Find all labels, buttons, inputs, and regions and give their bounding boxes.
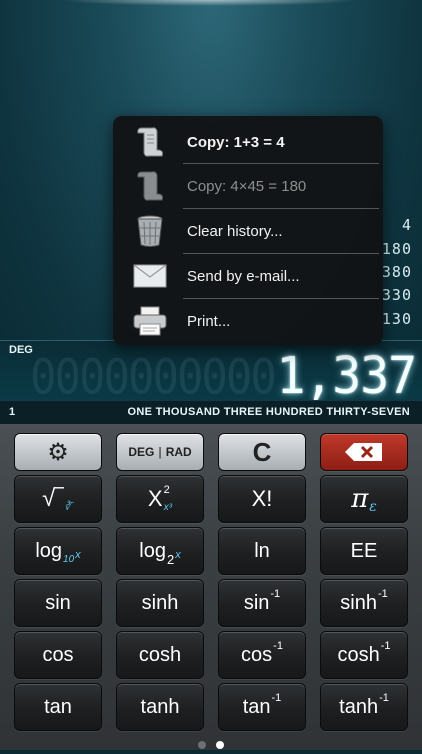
- lcd-ghost-digits: 0000000000: [30, 349, 277, 400]
- arcsinh-label: sinh: [340, 591, 377, 614]
- cos-button[interactable]: cos: [14, 631, 102, 679]
- page-dot-active[interactable]: [216, 741, 224, 749]
- print-label: Print...: [187, 312, 231, 330]
- inverse-exponent: -1: [270, 588, 281, 600]
- factorial-label: X!: [251, 486, 273, 511]
- pi-label: π: [351, 484, 369, 514]
- tan-button[interactable]: tan: [14, 683, 102, 731]
- gear-icon: ⚙: [47, 438, 69, 466]
- square-exponent: 2: [163, 484, 170, 496]
- arccos-label: cos: [241, 643, 273, 666]
- arctan-label: tan: [242, 695, 271, 718]
- clear-label: C: [252, 436, 272, 467]
- log10-button[interactable]: log 10 x: [14, 527, 102, 575]
- arcsin-label: sin: [243, 591, 270, 614]
- history-line[interactable]: 380: [382, 263, 412, 281]
- cbrt-alt-label: ∛‾: [64, 501, 74, 513]
- arcsinh-button[interactable]: sinh -1: [320, 579, 408, 627]
- history-line[interactable]: 330: [382, 286, 412, 304]
- envelope-icon: [113, 264, 187, 288]
- tanh-button[interactable]: tanh: [116, 683, 204, 731]
- arctanh-button[interactable]: tanh -1: [320, 683, 408, 731]
- ee-label: EE: [350, 539, 378, 562]
- square-button[interactable]: X 2 x³: [116, 475, 204, 523]
- arccosh-label: cosh: [337, 643, 380, 666]
- sqrt-button[interactable]: √‾ ∛‾: [14, 475, 102, 523]
- send-email-label: Send by e-mail...: [187, 267, 300, 285]
- print-item[interactable]: Print...: [113, 299, 383, 343]
- square-label: X: [147, 486, 163, 511]
- arccosh-button[interactable]: cosh -1: [320, 631, 408, 679]
- send-email-item[interactable]: Send by e-mail...: [113, 254, 383, 298]
- tan-label: tan: [44, 695, 72, 718]
- sinh-button[interactable]: sinh: [116, 579, 204, 627]
- printer-icon: [113, 306, 187, 336]
- euler-alt-label: ε: [369, 499, 377, 515]
- scroll-icon: [113, 169, 187, 203]
- history-line[interactable]: 4: [402, 216, 412, 234]
- sqrt-label: √‾: [42, 485, 64, 512]
- value-in-words: ONE THOUSAND THREE HUNDRED THIRTY-SEVEN: [127, 406, 410, 418]
- log2-base: 2: [166, 551, 175, 567]
- backspace-button[interactable]: [320, 433, 408, 471]
- history-popup-menu: Copy: 1+3 = 4 Copy: 4×45 = 180 Clear his…: [113, 116, 383, 345]
- cosh-button[interactable]: cosh: [116, 631, 204, 679]
- copy-history-item[interactable]: Copy: 4×45 = 180: [113, 164, 383, 208]
- display-glow: [60, 0, 360, 6]
- page-dot[interactable]: [198, 741, 206, 749]
- clear-button[interactable]: C: [218, 433, 306, 471]
- arcsin-button[interactable]: sin -1: [218, 579, 306, 627]
- rad-label: RAD: [165, 445, 192, 459]
- deg-label: DEG: [128, 445, 155, 459]
- tanh-label: tanh: [140, 695, 180, 718]
- log2-button[interactable]: log 2 x: [116, 527, 204, 575]
- scroll-icon: [113, 125, 187, 159]
- factorial-button[interactable]: X!: [218, 475, 306, 523]
- toggle-divider: |: [158, 445, 162, 459]
- history-line[interactable]: 130: [382, 310, 412, 328]
- trash-icon: [113, 214, 187, 248]
- inverse-exponent: -1: [273, 640, 283, 652]
- cos-label: cos: [42, 643, 74, 666]
- inverse-exponent: -1: [379, 692, 389, 704]
- copy-history-label: Copy: 1+3 = 4: [187, 133, 285, 151]
- inverse-exponent: -1: [271, 692, 282, 704]
- sin-button[interactable]: sin: [14, 579, 102, 627]
- inverse-exponent: -1: [380, 640, 391, 652]
- cube-alt-label: x³: [163, 501, 173, 513]
- log10-alt: x: [75, 549, 81, 561]
- history-line[interactable]: 180: [382, 240, 412, 258]
- log10-base: 10: [63, 553, 75, 565]
- settings-button[interactable]: ⚙: [14, 433, 102, 471]
- current-value[interactable]: 1,337: [277, 347, 417, 400]
- arctanh-label: tanh: [339, 695, 379, 718]
- clear-history-label: Clear history...: [187, 222, 283, 240]
- log2-alt: x: [175, 549, 181, 561]
- keypad: ⚙ DEG | RAD C √‾ ∛‾ X 2 x³ X! πε log 10 x log…: [0, 424, 422, 750]
- arccos-button[interactable]: cos -1: [218, 631, 306, 679]
- copy-history-item[interactable]: Copy: 1+3 = 4: [113, 120, 383, 164]
- clear-history-item[interactable]: Clear history...: [113, 209, 383, 253]
- backspace-icon: [345, 443, 382, 461]
- arctan-button[interactable]: tan -1: [218, 683, 306, 731]
- log2-label: log: [139, 539, 166, 562]
- deg-rad-toggle[interactable]: DEG | RAD: [116, 433, 204, 471]
- ln-button[interactable]: ln: [218, 527, 306, 575]
- sin-label: sin: [45, 591, 71, 614]
- memory-indicator: 1: [9, 406, 16, 418]
- cosh-label: cosh: [138, 643, 182, 666]
- copy-history-label: Copy: 4×45 = 180: [187, 177, 307, 195]
- sinh-label: sinh: [141, 591, 179, 614]
- log10-label: log: [35, 539, 63, 562]
- ee-button[interactable]: EE: [320, 527, 408, 575]
- ln-label: ln: [254, 539, 270, 562]
- page-indicator[interactable]: [0, 736, 422, 754]
- inverse-exponent: -1: [377, 588, 388, 600]
- pi-button[interactable]: πε: [320, 475, 408, 523]
